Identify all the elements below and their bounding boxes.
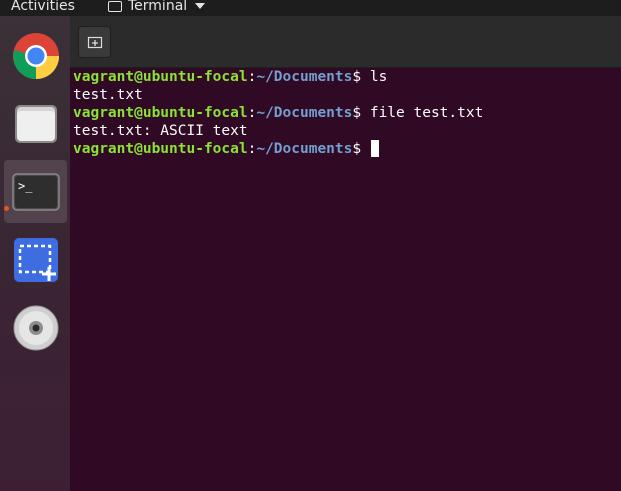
app-menu-label: Terminal [128,0,188,14]
dock-item-terminal[interactable]: >_ [4,160,67,223]
command-text: file test.txt [369,105,484,121]
dock-item-chrome[interactable] [4,24,67,87]
activities-button[interactable]: Activities [11,0,75,13]
top-bar: Activities Terminal [0,0,621,16]
prompt-dollar: $ [352,141,370,157]
text-cursor [370,140,379,157]
prompt-path: ~/Documents [256,141,353,157]
prompt-path: ~/Documents [256,105,353,121]
terminal-line: vagrant@ubuntu-focal:~/Documents$ [73,140,621,158]
prompt-user: vagrant@ubuntu-focal [73,69,248,85]
terminal-icon: >_ [11,172,60,211]
prompt-user: vagrant@ubuntu-focal [73,141,248,157]
running-indicator [4,206,9,211]
terminal-headerbar [70,16,621,68]
screenshot-icon [13,237,58,282]
terminal-icon [108,0,122,12]
terminal-line: vagrant@ubuntu-focal:~/Documents$ file t… [73,104,621,122]
chrome-icon [12,32,59,79]
new-tab-icon [87,36,102,49]
disc-icon [13,305,58,350]
new-tab-button[interactable] [78,26,111,58]
prompt-dollar: $ [352,69,370,85]
output-text: test.txt: ASCII text [73,123,248,139]
terminal-line: vagrant@ubuntu-focal:~/Documents$ ls [73,68,621,86]
dock-item-files[interactable] [4,92,67,155]
command-text: ls [369,69,388,85]
terminal-glyph: >_ [18,179,33,193]
prompt-user: vagrant@ubuntu-focal [73,105,248,121]
dock-item-screenshot[interactable] [4,228,67,291]
dock: >_ [0,16,70,491]
terminal-line: test.txt [73,86,621,104]
app-menu[interactable]: Terminal [108,0,206,14]
files-icon [14,104,57,143]
output-text: test.txt [73,87,143,103]
chevron-down-icon [195,3,206,9]
dock-item-dvd[interactable] [4,296,67,359]
terminal-body[interactable]: vagrant@ubuntu-focal:~/Documents$ ls tes… [70,68,621,491]
terminal-line: test.txt: ASCII text [73,122,621,140]
prompt-path: ~/Documents [256,69,353,85]
prompt-dollar: $ [352,105,370,121]
